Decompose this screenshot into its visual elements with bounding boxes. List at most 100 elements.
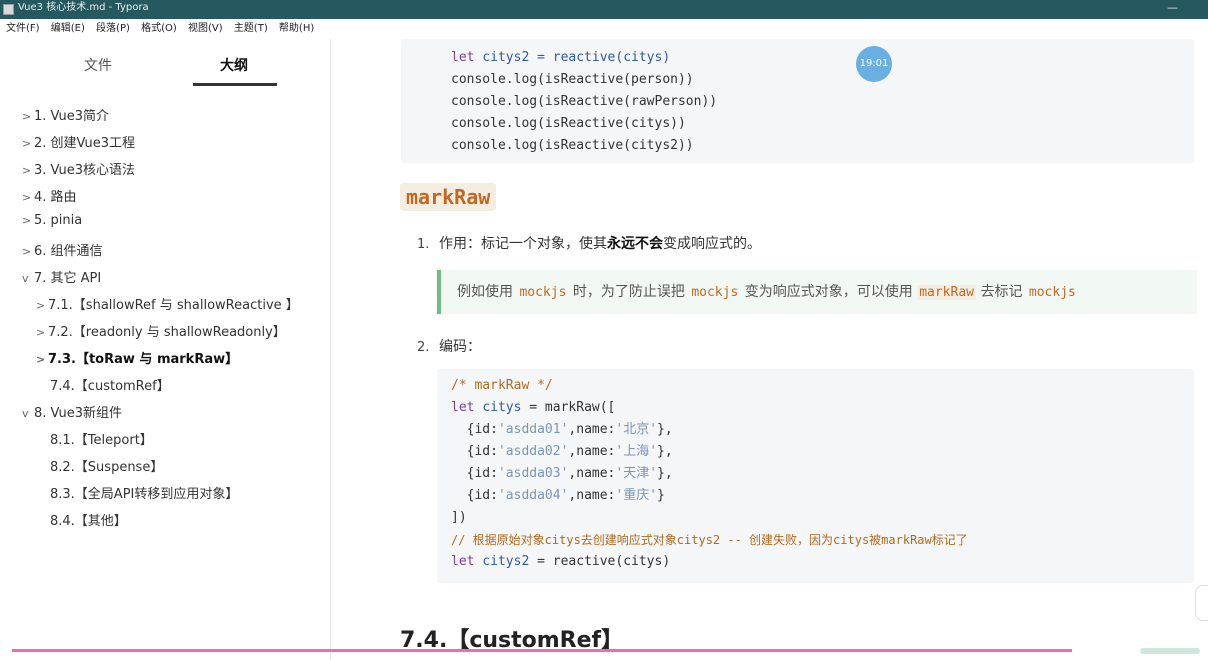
progress-bar <box>12 649 1072 652</box>
outline-item-router[interactable]: >4. 路由 <box>22 186 77 205</box>
list-text: 变成响应式的。 <box>663 236 761 252</box>
menu-view[interactable]: 视图(V) <box>188 19 223 39</box>
heading-markraw: markRaw <box>400 183 497 211</box>
menu-help[interactable]: 帮助(H) <box>279 19 314 39</box>
outline-item-vue3-intro[interactable]: >1. Vue3简介 <box>22 105 109 124</box>
outline-item-toraw[interactable]: >7.3.【toRaw 与 markRaw】 <box>36 348 238 367</box>
code-line: {id:'asdda03',name:'天津'}, <box>451 463 673 485</box>
code-text: ,name: <box>568 466 616 481</box>
code-line: let citys = markRaw([ <box>451 397 615 419</box>
outline-item-component-comm[interactable]: >6. 组件通信 <box>22 240 103 259</box>
list-item-coding: 2. 编码： <box>417 336 481 356</box>
code-line: console.log(isReactive(rawPerson)) <box>451 94 718 109</box>
outline-item-teleport[interactable]: 8.1.【Teleport】 <box>50 429 153 448</box>
code-text: {id: <box>451 422 498 437</box>
outline-item-global-api[interactable]: 8.3.【全局API转移到应用对象】 <box>50 483 238 502</box>
outline-item-other-api[interactable]: v 7. 其它 API <box>22 267 101 286</box>
code-text: ,name: <box>568 488 616 503</box>
menu-edit[interactable]: 编辑(E) <box>51 19 85 39</box>
code-string: 'asdda02' <box>497 444 569 459</box>
code-text: {id: <box>451 466 498 481</box>
code-text: citys2 = reactive(citys) <box>482 50 671 65</box>
outline-item-label: 7.2.【readonly 与 shallowReadonly】 <box>48 325 286 340</box>
code-line: {id:'asdda02',name:'上海'}, <box>451 441 673 463</box>
chevron-down-icon: v <box>22 407 29 420</box>
minimize-button[interactable]: — <box>1167 2 1178 14</box>
outline-item-label: 8.4.【其他】 <box>50 514 127 529</box>
outline-item-pinia[interactable]: >5. pinia <box>22 213 82 228</box>
outline-item-label: 8. Vue3新组件 <box>34 406 123 421</box>
code-line: console.log(isReactive(citys)) <box>451 116 686 131</box>
code-line: /* markRaw */ <box>451 378 553 393</box>
tab-files[interactable]: 文件 <box>84 55 112 75</box>
chevron-right-icon: > <box>22 245 32 258</box>
list-number: 1. <box>417 237 430 252</box>
menu-bar: 文件(F) 编辑(E) 段落(P) 格式(O) 视图(V) 主题(T) 帮助(H… <box>0 19 1208 39</box>
quote-text: 去标记 <box>976 284 1027 300</box>
code-line: {id:'asdda01',name:'北京'}, <box>451 419 673 441</box>
outline-item-label: 8.3.【全局API转移到应用对象】 <box>50 487 239 502</box>
outline-item-label: 3. Vue3核心语法 <box>34 163 136 178</box>
code-text: }, <box>657 444 673 459</box>
tab-active-indicator <box>193 83 277 86</box>
code-block-markraw[interactable]: /* markRaw */ let citys = markRaw([ {id:… <box>437 369 1194 583</box>
list-number: 2. <box>417 340 430 355</box>
inline-code: mockjs <box>519 285 567 300</box>
chevron-right-icon: > <box>22 191 32 204</box>
list-text: 编码： <box>439 339 481 355</box>
timestamp-badge: 19:01 <box>856 46 892 82</box>
editor-area[interactable]: let citys2 = reactive(citys) console.log… <box>331 39 1208 660</box>
tab-outline[interactable]: 大纲 <box>220 55 248 75</box>
code-text: }, <box>657 466 673 481</box>
code-text: }, <box>657 422 673 437</box>
code-variable: citys2 <box>482 554 530 569</box>
window-titlebar: Vue3 核心技术.md - Typora — <box>0 0 1208 19</box>
code-line: {id:'asdda04',name:'重庆'} <box>451 485 665 507</box>
outline-item-label: 5. pinia <box>34 213 83 228</box>
outline-item-label: 7. 其它 API <box>34 271 102 286</box>
code-text: ,name: <box>568 422 616 437</box>
menu-theme[interactable]: 主题(T) <box>234 19 268 39</box>
outline-item-readonly[interactable]: >7.2.【readonly 与 shallowReadonly】 <box>36 321 286 340</box>
outline-item-label: 8.1.【Teleport】 <box>50 433 153 448</box>
outline-item-create-project[interactable]: >2. 创建Vue3工程 <box>22 132 135 151</box>
code-string: '北京' <box>615 422 658 437</box>
code-text: {id: <box>451 444 498 459</box>
menu-format[interactable]: 格式(O) <box>141 19 177 39</box>
outline-item-label: 6. 组件通信 <box>34 244 103 259</box>
chevron-right-icon: > <box>22 110 32 123</box>
code-string: 'asdda03' <box>497 466 569 481</box>
inline-code: mockjs <box>691 285 739 300</box>
outline-item-label: 7.3.【toRaw 与 markRaw】 <box>48 352 239 367</box>
outline-item-other[interactable]: 8.4.【其他】 <box>50 510 127 529</box>
code-string: 'asdda01' <box>497 422 569 437</box>
status-indicator <box>1140 648 1200 654</box>
quote-text: 时，为了防止误把 <box>568 284 690 300</box>
menu-paragraph[interactable]: 段落(P) <box>96 19 130 39</box>
code-line: console.log(isReactive(citys2)) <box>451 138 694 153</box>
outline-item-label: 7.1.【shallowRef 与 shallowReactive 】 <box>48 298 299 313</box>
outline-item-shallowref[interactable]: >7.1.【shallowRef 与 shallowReactive 】 <box>36 294 299 313</box>
outline-item-label: 4. 路由 <box>34 190 77 205</box>
chevron-right-icon: > <box>36 353 46 366</box>
outline-item-new-components[interactable]: v 8. Vue3新组件 <box>22 402 122 421</box>
code-keyword: let <box>451 400 483 415</box>
code-line: let citys2 = reactive(citys) <box>451 551 670 573</box>
chevron-down-icon: v <box>22 272 29 285</box>
outline-item-label: 1. Vue3简介 <box>34 109 110 124</box>
scroll-handle[interactable] <box>1195 585 1208 621</box>
menu-file[interactable]: 文件(F) <box>6 19 40 39</box>
list-bold-text: 永远不会 <box>607 236 663 252</box>
outline-item-suspense[interactable]: 8.2.【Suspense】 <box>50 456 163 475</box>
outline-item-customref[interactable]: 7.4.【customRef】 <box>50 375 170 394</box>
code-string: '上海' <box>615 444 658 459</box>
code-keyword: let <box>451 554 483 569</box>
window-title: Vue3 核心技术.md - Typora <box>18 2 149 13</box>
blockquote: 例如使用 mockjs 时，为了防止误把 mockjs 变为响应式对象，可以使用… <box>437 270 1197 314</box>
code-block-top[interactable]: let citys2 = reactive(citys) console.log… <box>401 39 1194 163</box>
code-string: 'asdda04' <box>497 488 569 503</box>
outline-item-core-syntax[interactable]: >3. Vue3核心语法 <box>22 159 135 178</box>
outline-item-label: 2. 创建Vue3工程 <box>34 136 136 151</box>
code-text: {id: <box>451 488 498 503</box>
code-line: ]) <box>451 510 467 525</box>
